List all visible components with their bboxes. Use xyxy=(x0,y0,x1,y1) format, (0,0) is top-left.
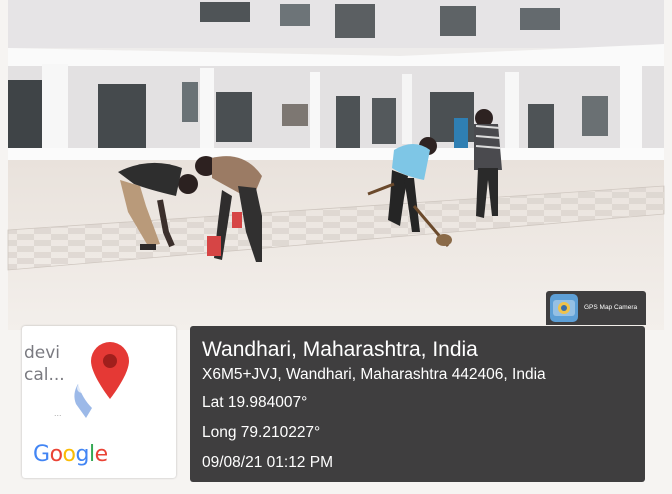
building xyxy=(8,0,664,178)
timestamp: 09/08/21 01:12 PM xyxy=(202,454,333,471)
gps-camera-badge: GPS Map Camera xyxy=(546,291,646,325)
location-pin-icon xyxy=(64,338,144,433)
google-letter: G xyxy=(33,442,50,467)
google-letter: g xyxy=(75,442,90,467)
map-text-line1: devi xyxy=(24,343,61,363)
map-dots: ... xyxy=(54,408,62,418)
latitude: Lat 19.984007° xyxy=(202,394,308,411)
google-letter: e xyxy=(94,442,109,467)
map-text-line2: cal... xyxy=(24,365,65,385)
longitude: Long 79.210227° xyxy=(202,424,321,441)
google-letter: o xyxy=(62,442,76,467)
location-info-panel: Wandhari, Maharashtra, India X6M5+JVJ, W… xyxy=(190,326,645,482)
full-address: X6M5+JVJ, Wandhari, Maharashtra 442406, … xyxy=(202,366,546,383)
gps-map-camera-icon xyxy=(550,294,578,322)
gps-camera-label: GPS Map Camera xyxy=(584,304,638,311)
map-thumbnail: devi cal... ... Google xyxy=(22,326,176,478)
google-letter: o xyxy=(49,442,63,467)
place-name: Wandhari, Maharashtra, India xyxy=(202,338,478,361)
google-logo: Google xyxy=(33,442,108,467)
